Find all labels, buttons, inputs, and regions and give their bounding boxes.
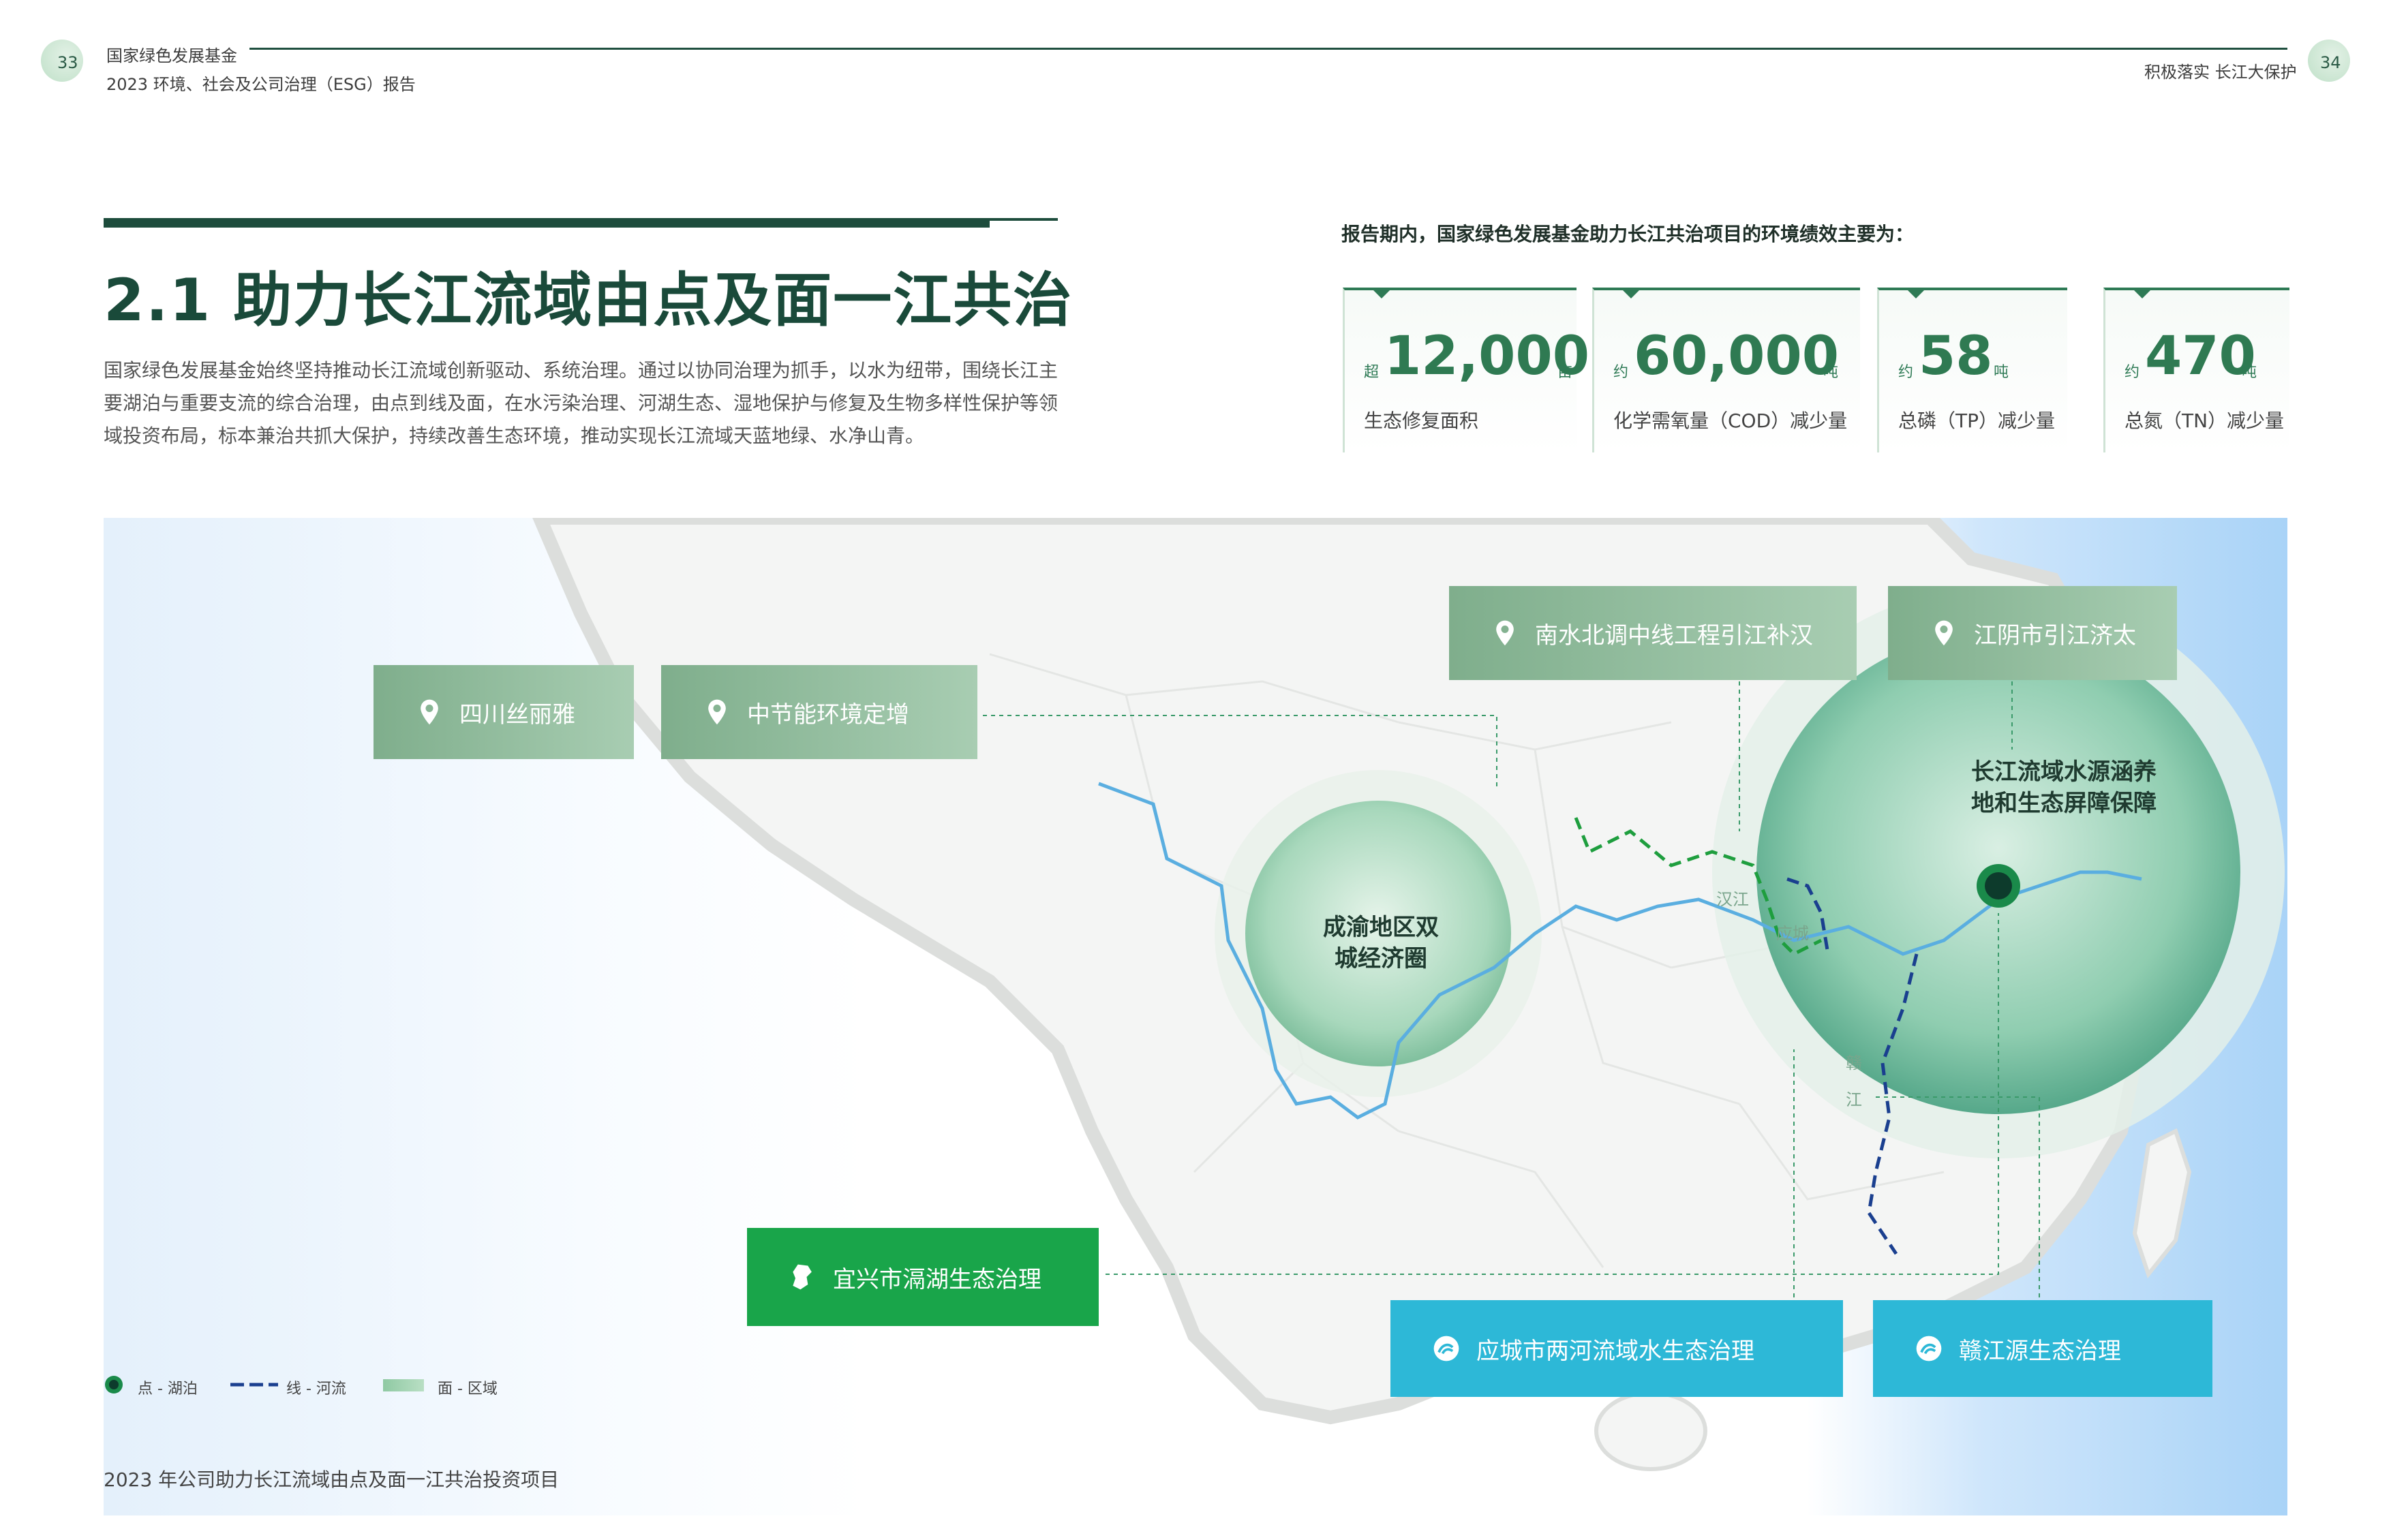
title-bar (104, 218, 990, 228)
legend-line-label: 线 - 河流 (286, 1381, 346, 1398)
report-name: 2023 环境、社会及公司治理（ESG）报告 (106, 75, 416, 94)
project-label: 赣江源生态治理 (1959, 1337, 2121, 1365)
stat-marker (1906, 289, 1925, 298)
stat-marker (2133, 289, 2152, 298)
legend-line-icon (230, 1383, 278, 1387)
page-number-right: 34 (2320, 53, 2341, 72)
stat-card-tn: 约 470 吨 总氮（TN）减少量 (2103, 288, 2289, 452)
han-river-label: 汉江 (1716, 890, 1749, 909)
stat-label: 化学需氧量（COD）减少量 (1613, 410, 1848, 432)
stat-label: 总磷（TP）减少量 (1898, 410, 2055, 432)
project-jiangyin[interactable]: 江阴市引江济太 (1888, 586, 2177, 680)
legend-area-label: 面 - 区域 (438, 1381, 498, 1398)
stat-marker (1372, 289, 1391, 298)
stat-card-tp: 约 58 吨 总磷（TP）减少量 (1877, 288, 2067, 452)
lake-shape-icon (793, 1264, 812, 1290)
title-bar-thin (990, 218, 1058, 221)
project-zhongjieneng[interactable]: 中节能环境定增 (661, 665, 977, 759)
yangtze-map: 成渝地区双城经济圈 长江流域水源涵养地和生态屏障保障 汉江 应城 赣 江 四川丝… (104, 518, 2287, 1515)
stat-card-cod: 约 60,000 吨 化学需氧量（COD）减少量 (1592, 288, 1860, 452)
project-nanshui-beidiao[interactable]: 南水北调中线工程引江补汉 (1449, 586, 1857, 680)
stat-value: 470 (2145, 326, 2256, 387)
stat-unit: 吨 (1823, 364, 1839, 381)
stat-prefix: 约 (1898, 364, 1914, 381)
chengyu-region-label: 成渝地区双城经济圈 (1323, 914, 1439, 972)
map-caption: 2023 年公司助力长江流域由点及面一江共治投资项目 (104, 1468, 560, 1491)
changjiang-region-label: 长江流域水源涵养地和生态屏障保障 (1971, 758, 2157, 817)
stat-value: 60,000 (1634, 326, 1839, 387)
hainan-island (1594, 1391, 1707, 1471)
stat-unit: 吨 (2242, 364, 2257, 381)
project-label: 四川丝丽雅 (459, 700, 575, 728)
water-wave-icon (1916, 1336, 1942, 1361)
legend-point-label: 点 - 湖泊 (138, 1381, 198, 1398)
intro-paragraph: 国家绿色发展基金始终坚持推动长江流域创新驱动、系统治理。通过以协同治理为抓手，以… (104, 359, 1059, 447)
project-label: 宜兴市滆湖生态治理 (833, 1265, 1041, 1293)
legend-area-icon (383, 1379, 424, 1391)
project-yingcheng[interactable]: 应城市两河流域水生态治理 (1390, 1300, 1843, 1397)
stat-unit: 吨 (1994, 364, 2009, 381)
location-pin-icon (421, 699, 438, 725)
project-yixing-gehu[interactable]: 宜兴市滆湖生态治理 (747, 1228, 1099, 1326)
gan-river-label-1: 赣 (1846, 1053, 1862, 1073)
taihu-lake-point-inner (1985, 872, 2012, 899)
stat-prefix: 约 (2125, 364, 2140, 381)
project-label: 南水北调中线工程引江补汉 (1535, 621, 1813, 649)
project-label: 中节能环境定增 (747, 700, 909, 728)
stat-value: 58 (1919, 326, 1993, 387)
stat-unit: 亩 (1557, 364, 1573, 381)
water-wave-icon (1433, 1336, 1459, 1361)
section-name: 积极落实 长江大保护 (2144, 63, 2297, 82)
stat-marker (1621, 289, 1641, 298)
page-title: 2.1 助力长江流域由点及面一江共治 (104, 266, 1073, 335)
stats-intro: 报告期内，国家绿色发展基金助力长江共治项目的环境绩效主要为： (1341, 223, 1915, 245)
location-pin-icon (1496, 620, 1514, 646)
project-label: 应城市两河流域水生态治理 (1476, 1337, 1754, 1365)
stat-label: 生态修复面积 (1364, 410, 1479, 432)
location-pin-icon (1935, 620, 1953, 646)
header-rule (249, 48, 2287, 50)
stat-prefix: 超 (1364, 364, 1380, 381)
project-label: 江阴市引江济太 (1974, 621, 2136, 649)
project-sichuan-silya[interactable]: 四川丝丽雅 (374, 665, 634, 759)
org-name: 国家绿色发展基金 (106, 46, 237, 65)
yingcheng-river-label: 应城 (1776, 924, 1809, 943)
stat-label: 总氮（TN）减少量 (2125, 410, 2285, 432)
page-number-left: 33 (57, 53, 78, 72)
stat-prefix: 约 (1613, 364, 1629, 381)
project-ganjiang-source[interactable]: 赣江源生态治理 (1873, 1300, 2212, 1397)
gan-river-label-2: 江 (1846, 1090, 1862, 1109)
location-pin-icon (708, 699, 726, 725)
stat-card-area: 超 12,000 亩 生态修复面积 (1343, 288, 1589, 452)
taiwan-island (2132, 1128, 2192, 1279)
legend-point-icon (105, 1376, 123, 1393)
